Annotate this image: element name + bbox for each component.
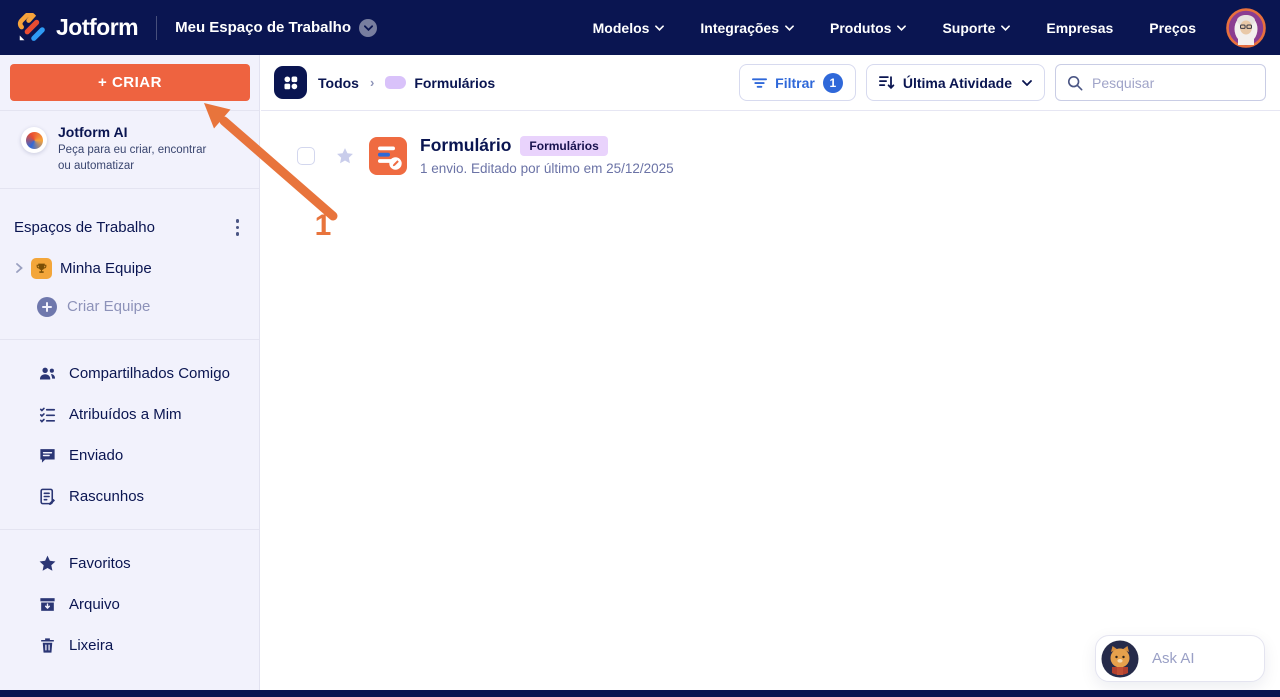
form-type-badge: Formulários (520, 135, 608, 156)
filter-count-badge: 1 (822, 72, 843, 93)
sidebar-item-label: Favoritos (69, 554, 131, 572)
ask-ai-label: Ask AI (1152, 650, 1195, 667)
workspace-switcher[interactable]: Meu Espaço de Trabalho (175, 18, 378, 37)
nav-item-label: Integrações (700, 19, 780, 36)
workspaces-header-label: Espaços de Trabalho (14, 218, 155, 236)
trash-icon (41, 637, 54, 653)
sidebar-item-label: Minha Equipe (60, 259, 152, 277)
assigned-list-icon (39, 407, 56, 423)
chevron-down-icon (359, 18, 378, 37)
nav-item-integracoes[interactable]: Integrações (700, 20, 794, 36)
workspaces-header: Espaços de Trabalho (0, 189, 259, 239)
star-icon (39, 555, 56, 571)
breadcrumb: Todos › Formulários (274, 66, 495, 99)
sort-label: Última Atividade (902, 74, 1012, 91)
sidebar-group-secondary: Favoritos Arquivo Lixeira (0, 530, 259, 666)
search-input[interactable] (1092, 74, 1254, 91)
filter-label: Filtrar (775, 74, 815, 91)
sidebar-item-arquivo[interactable]: Arquivo (0, 584, 259, 625)
jotform-logo-icon (16, 12, 46, 43)
user-avatar[interactable] (1226, 7, 1266, 48)
sidebar-item-atribuidos[interactable]: Atribuídos a Mim (0, 394, 259, 435)
sidebar-group-primary: Compartilhados Comigo Atribuídos a Mim E… (0, 340, 259, 517)
sidebar-item-criar-equipe[interactable]: Criar Equipe (0, 279, 259, 317)
nav-item-label: Produtos (830, 19, 892, 36)
nav-item-label: Empresas (1046, 19, 1114, 36)
sort-icon (878, 76, 895, 90)
sidebar-item-label: Arquivo (69, 595, 120, 613)
ask-ai-cat-avatar (1101, 640, 1139, 678)
nav-item-precos[interactable]: Preços (1149, 20, 1196, 36)
form-meta: 1 envio. Editado por último em 25/12/202… (420, 161, 674, 176)
all-items-grid-icon[interactable] (274, 66, 307, 99)
sent-message-icon (40, 448, 55, 463)
topnav-menu: Modelos Integrações Produtos Suporte Emp… (593, 7, 1266, 48)
row-checkbox[interactable] (297, 146, 315, 165)
chevron-down-icon (655, 24, 665, 31)
sidebar-item-lixeira[interactable]: Lixeira (0, 625, 259, 666)
search-box (1055, 64, 1266, 101)
filter-icon (752, 77, 768, 88)
sidebar-item-label: Atribuídos a Mim (69, 405, 182, 423)
jotform-logo[interactable]: Jotform (16, 12, 139, 43)
sidebar-item-label: Criar Equipe (67, 298, 151, 316)
favorite-star-icon[interactable] (335, 146, 355, 166)
nav-item-label: Preços (1149, 19, 1196, 36)
chevron-down-icon (897, 24, 907, 31)
content-toolbar: Todos › Formulários Filtrar 1 Última Ati… (261, 55, 1280, 111)
toolbar-controls: Filtrar 1 Última Atividade (739, 64, 1266, 101)
sidebar: + CRIAR Jotform AI Peça para eu criar, e… (0, 55, 260, 690)
plus-icon (37, 296, 57, 317)
form-list-row[interactable]: Formulário Formulários 1 envio. Editado … (261, 112, 1280, 176)
search-icon (1067, 75, 1083, 90)
breadcrumb-root[interactable]: Todos (318, 75, 359, 91)
nav-item-modelos[interactable]: Modelos (593, 20, 665, 36)
sidebar-item-favoritos[interactable]: Favoritos (0, 543, 259, 584)
chevron-down-icon (785, 24, 794, 31)
sidebar-item-label: Lixeira (69, 636, 114, 654)
shared-people-icon (39, 367, 56, 379)
chevron-down-icon (1022, 79, 1032, 86)
sidebar-item-enviado[interactable]: Enviado (0, 435, 259, 476)
draft-document-icon (40, 488, 56, 505)
ask-ai-button[interactable]: Ask AI (1095, 635, 1265, 682)
sidebar-item-compartilhados[interactable]: Compartilhados Comigo (0, 353, 259, 394)
form-title[interactable]: Formulário (420, 135, 511, 156)
nav-item-label: Suporte (942, 19, 996, 36)
chevron-right-icon (16, 263, 23, 273)
filter-button[interactable]: Filtrar 1 (739, 64, 856, 101)
nav-item-produtos[interactable]: Produtos (830, 19, 907, 36)
sidebar-item-label: Compartilhados Comigo (69, 364, 230, 382)
nav-item-label: Modelos (592, 19, 650, 36)
sidebar-item-label: Rascunhos (69, 487, 145, 505)
kebab-menu-icon[interactable] (230, 216, 246, 239)
folder-icon (385, 76, 407, 89)
form-document-icon[interactable] (369, 136, 407, 175)
breadcrumb-separator-icon: › (369, 75, 375, 90)
jotform-ai-title: Jotform AI (58, 124, 128, 140)
archive-icon (40, 597, 55, 611)
sidebar-item-label: Enviado (69, 446, 124, 464)
top-navbar: Jotform Meu Espaço de Trabalho Modelos I… (0, 0, 1280, 55)
navbar-divider (156, 15, 158, 40)
breadcrumb-current-label: Formulários (414, 74, 496, 91)
sort-button[interactable]: Última Atividade (865, 64, 1045, 101)
chevron-down-icon (1001, 24, 1011, 31)
workspace-label: Meu Espaço de Trabalho (175, 19, 352, 36)
jotform-ai-entry[interactable]: Jotform AI Peça para eu criar, encontrar… (0, 111, 259, 188)
content-area: Formulário Formulários 1 envio. Editado … (261, 112, 1280, 690)
nav-item-empresas[interactable]: Empresas (1046, 20, 1113, 36)
jotform-ai-subtitle: Peça para eu criar, encontrar ou automat… (58, 144, 207, 172)
brand-name: Jotform (56, 14, 139, 40)
nav-item-suporte[interactable]: Suporte (942, 19, 1011, 36)
sidebar-item-rascunhos[interactable]: Rascunhos (0, 476, 259, 517)
sidebar-item-minha-equipe[interactable]: Minha Equipe (0, 239, 259, 279)
breadcrumb-current[interactable]: Formulários (385, 75, 495, 91)
trophy-icon (31, 257, 52, 279)
bottom-edge-bar (0, 690, 1280, 697)
create-button[interactable]: + CRIAR (10, 64, 250, 101)
jotform-ai-icon (21, 127, 47, 153)
